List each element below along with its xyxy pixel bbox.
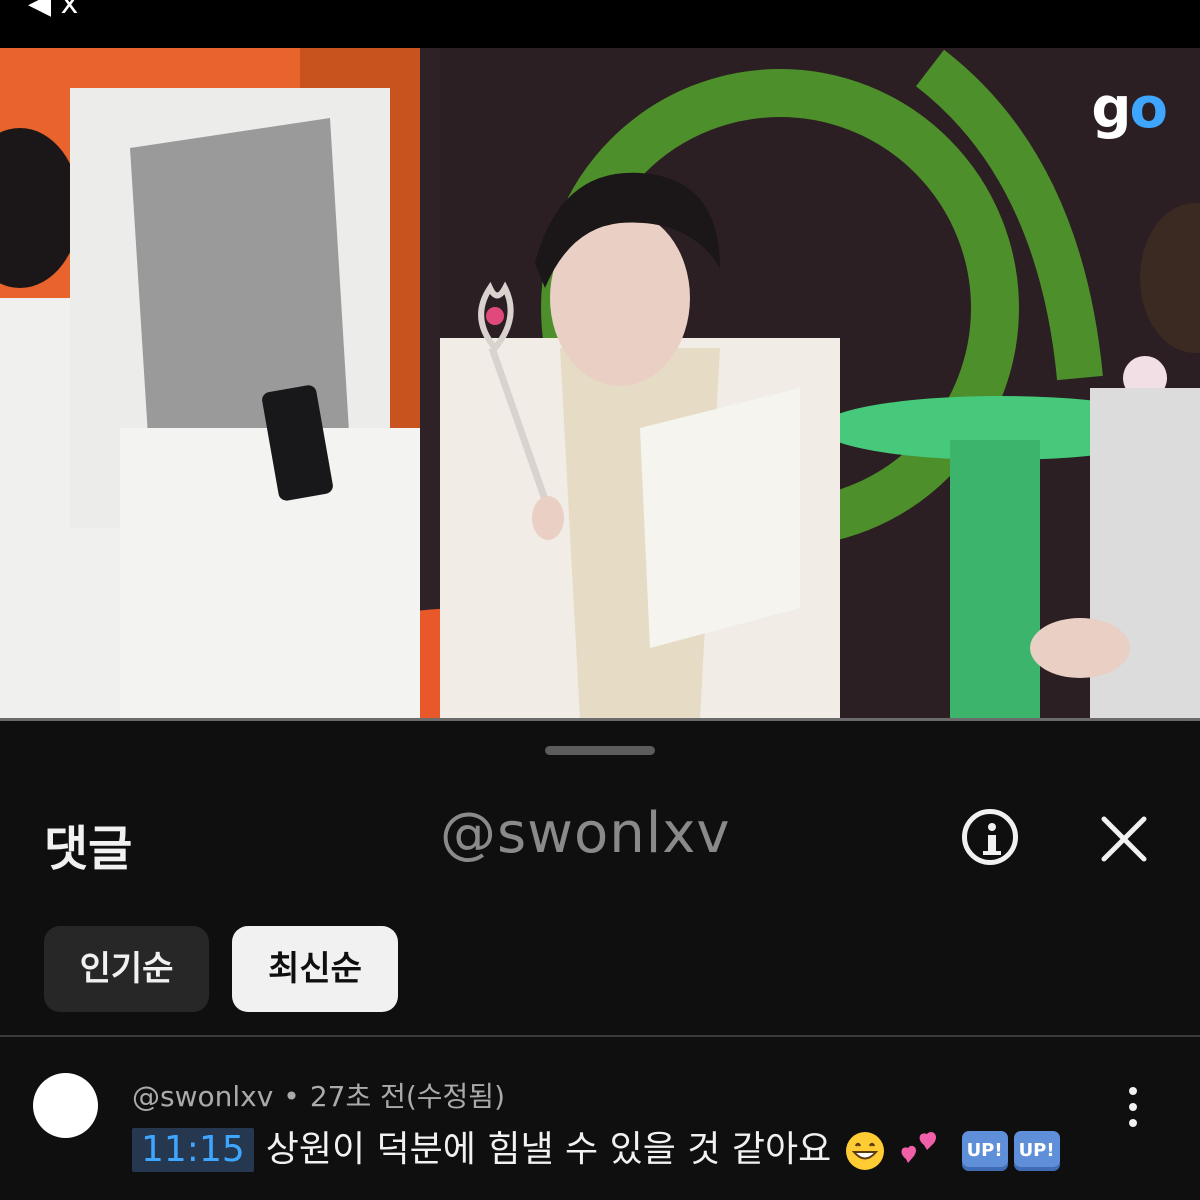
- channel-logo: go: [1091, 76, 1168, 141]
- status-bar: ◀ x: [0, 0, 1200, 48]
- close-icon[interactable]: [1098, 813, 1150, 865]
- avatar[interactable]: [33, 1073, 98, 1138]
- video-player[interactable]: go: [0, 48, 1200, 720]
- sort-chip-newest[interactable]: 최신순: [232, 926, 398, 1012]
- up-badge: UP!: [961, 1131, 1008, 1171]
- sheet-title: 댓글: [44, 821, 133, 877]
- video-frame-illustration: [0, 48, 1200, 720]
- two-hearts-icon: [901, 1132, 937, 1163]
- comment-time: 27초 전(수정됨): [309, 1080, 505, 1113]
- comment-body: 11:15 상원이 덕분에 힘낼 수 있을 것 같아요 UP! UP!: [132, 1125, 1060, 1175]
- back-indicator[interactable]: ◀ x: [28, 0, 78, 21]
- grinning-face-icon: [845, 1132, 884, 1170]
- divider: [0, 1035, 1200, 1037]
- meta-separator: •: [283, 1080, 300, 1113]
- comment-meta: @swonlxv • 27초 전(수정됨): [132, 1075, 505, 1115]
- comment-author[interactable]: @swonlxv: [132, 1080, 273, 1113]
- sort-chip-popular[interactable]: 인기순: [44, 926, 209, 1012]
- info-icon[interactable]: [962, 809, 1018, 865]
- more-options-icon[interactable]: [1124, 1087, 1144, 1127]
- comments-sheet: 댓글 @swonlxv 인기순 최신순 @swonlxv • 27초 전(수정됨) …: [0, 721, 1200, 1200]
- watermark-handle: @swonlxv: [440, 801, 731, 866]
- up-badge: UP!: [1013, 1131, 1060, 1171]
- timestamp-link[interactable]: 11:15: [132, 1128, 254, 1172]
- drag-handle[interactable]: [545, 746, 655, 755]
- comment-text: 상원이 덕분에 힘낼 수 있을 것 같아요: [265, 1129, 832, 1170]
